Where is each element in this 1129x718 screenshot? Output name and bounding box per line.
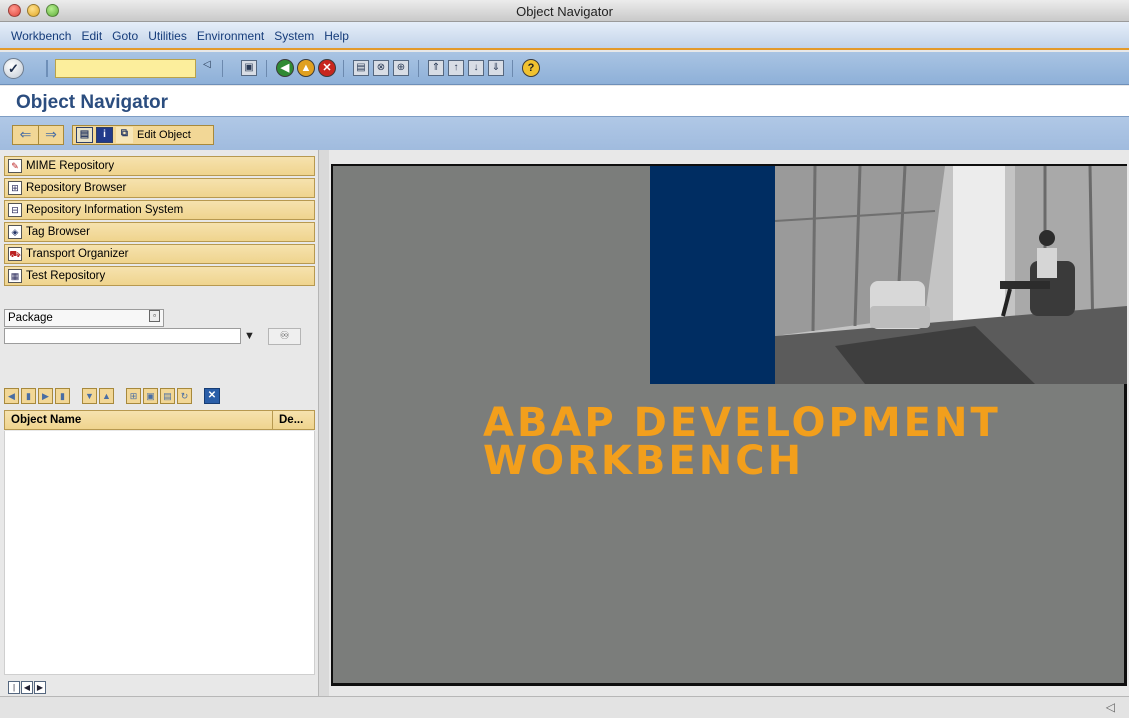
forward-arrow-icon[interactable]: ⇒	[38, 126, 63, 144]
repo-test-repository[interactable]: ▦ Test Repository	[4, 266, 315, 286]
app-button-group: ▤ i ⧉ Edit Object	[72, 125, 214, 145]
object-table-header: Object Name De...	[4, 410, 315, 430]
repo-repository-browser[interactable]: ⊞ Repository Browser	[4, 178, 315, 198]
down-object-icon[interactable]: ▮	[55, 388, 70, 404]
help-icon[interactable]: ?	[522, 59, 540, 77]
next-page-icon[interactable]: ↓	[468, 60, 484, 76]
command-history-icon[interactable]: ◁	[203, 59, 211, 70]
office-photo	[775, 166, 1127, 384]
close-icon[interactable]: ✕	[204, 388, 220, 404]
cancel-icon[interactable]: ✕	[318, 59, 336, 77]
object-table-body	[4, 431, 315, 675]
scroll-right-icon[interactable]: ▶	[34, 681, 46, 694]
horizontal-scroll-controls: | ◀ ▶	[8, 681, 46, 694]
previous-object-icon[interactable]: ◀	[4, 388, 19, 404]
display-list-icon[interactable]: ▤	[76, 127, 93, 143]
pencil-document-icon: ✎	[8, 159, 22, 173]
panel-splitter[interactable]	[319, 150, 329, 696]
back-arrow-icon[interactable]: ⇐	[13, 126, 38, 144]
tree-toolbar: ◀ ▮ ▶ ▮ ▼ ▲ ⊞ ▣ ▤ ↻ ✕	[4, 388, 220, 406]
splash-blue-block	[650, 166, 775, 384]
office-photo-illustration	[775, 166, 1127, 384]
previous-page-icon[interactable]: ↑	[448, 60, 464, 76]
menu-system[interactable]: System	[269, 29, 319, 43]
toolbar-separator	[266, 60, 267, 77]
refresh-icon[interactable]: ↻	[177, 388, 192, 404]
tree-search-icon: ⊟	[8, 203, 22, 217]
column-description[interactable]: De...	[273, 411, 314, 429]
test-table-icon: ▦	[8, 269, 22, 283]
select-all-icon[interactable]: ▣	[143, 388, 158, 404]
repo-label: Transport Organizer	[26, 248, 129, 260]
menu-help[interactable]: Help	[319, 29, 354, 43]
select-dropdown-icon[interactable]: ▫	[149, 310, 160, 322]
status-toggle-icon[interactable]: ◁	[1106, 700, 1115, 714]
repo-label: Repository Information System	[26, 204, 184, 216]
hierarchy-view-icon[interactable]: ⊞	[126, 388, 141, 404]
repo-label: Tag Browser	[26, 226, 90, 238]
find-next-icon[interactable]: ⊕	[393, 60, 409, 76]
repo-label: MIME Repository	[26, 160, 115, 172]
collapse-subtree-icon[interactable]: ▲	[99, 388, 114, 404]
command-field[interactable]	[55, 59, 196, 78]
chevron-down-icon[interactable]: ▼	[244, 330, 255, 342]
repo-label: Test Repository	[26, 270, 106, 282]
application-toolbar: ⇐ ⇒ ▤ i ⧉ Edit Object	[0, 116, 1129, 150]
info-icon[interactable]: i	[96, 127, 113, 143]
find-icon[interactable]: ⊗	[373, 60, 389, 76]
column-object-name[interactable]: Object Name	[5, 411, 273, 429]
hierarchy-icon: ⊞	[8, 181, 22, 195]
tag-icon: ◈	[8, 225, 22, 239]
splash-screen: ABAP DEVELOPMENT WORKBENCH	[331, 164, 1127, 686]
scroll-left-icon[interactable]: ◀	[21, 681, 33, 694]
first-page-icon[interactable]: ⇑	[428, 60, 444, 76]
menubar: Workbench Edit Goto Utilities Environmen…	[0, 22, 1129, 50]
toolbar-separator	[418, 60, 419, 77]
page-title: Object Navigator	[16, 92, 169, 113]
window-title: Object Navigator	[516, 4, 613, 19]
repo-label: Repository Browser	[26, 182, 127, 194]
up-object-icon[interactable]: ▮	[21, 388, 36, 404]
toolbar-separator	[343, 60, 344, 77]
repo-mime-repository[interactable]: ✎ MIME Repository	[4, 156, 315, 176]
history-navigation: ⇐ ⇒	[12, 125, 64, 145]
menu-workbench[interactable]: Workbench	[6, 29, 76, 43]
display-glasses-icon[interactable]: ♾	[268, 328, 301, 345]
page-header: Object Navigator	[0, 86, 1129, 116]
repository-list: ✎ MIME Repository ⊞ Repository Browser ⊟…	[4, 156, 315, 288]
expand-subtree-icon[interactable]: ▼	[82, 388, 97, 404]
save-icon[interactable]: ▣	[241, 60, 257, 76]
repo-repository-information-system[interactable]: ⊟ Repository Information System	[4, 200, 315, 220]
print-icon[interactable]: ▤	[353, 60, 369, 76]
object-name-input[interactable]	[4, 328, 241, 344]
toolbar-separator	[512, 60, 513, 77]
menu-edit[interactable]: Edit	[76, 29, 107, 43]
edit-object-button[interactable]: Edit Object	[137, 129, 191, 141]
navigation-panel: ✎ MIME Repository ⊞ Repository Browser ⊟…	[0, 150, 319, 696]
repo-transport-organizer[interactable]: ⛟ Transport Organizer	[4, 244, 315, 264]
menu-utilities[interactable]: Utilities	[143, 29, 192, 43]
menu-environment[interactable]: Environment	[192, 29, 269, 43]
back-icon[interactable]: ◀	[276, 59, 294, 77]
edit-object-icon[interactable]: ⧉	[116, 127, 133, 143]
toolbar-separator	[222, 60, 223, 77]
object-type-value: Package	[8, 312, 53, 324]
repo-tag-browser[interactable]: ◈ Tag Browser	[4, 222, 315, 242]
scroll-first-icon[interactable]: |	[8, 681, 20, 694]
menu-list: Workbench Edit Goto Utilities Environmen…	[6, 29, 354, 43]
enter-button[interactable]: ✓	[3, 58, 24, 79]
status-bar: ◁	[0, 696, 1129, 718]
exit-icon[interactable]: ▲	[297, 59, 315, 77]
splash-title: ABAP DEVELOPMENT WORKBENCH	[483, 400, 1001, 484]
toolbar-separator	[46, 60, 48, 77]
menu-goto[interactable]: Goto	[107, 29, 143, 43]
truck-icon: ⛟	[8, 247, 22, 261]
next-object-icon[interactable]: ▶	[38, 388, 53, 404]
filter-icon[interactable]: ▤	[160, 388, 175, 404]
last-page-icon[interactable]: ⇓	[488, 60, 504, 76]
window-titlebar: Object Navigator	[0, 0, 1129, 22]
